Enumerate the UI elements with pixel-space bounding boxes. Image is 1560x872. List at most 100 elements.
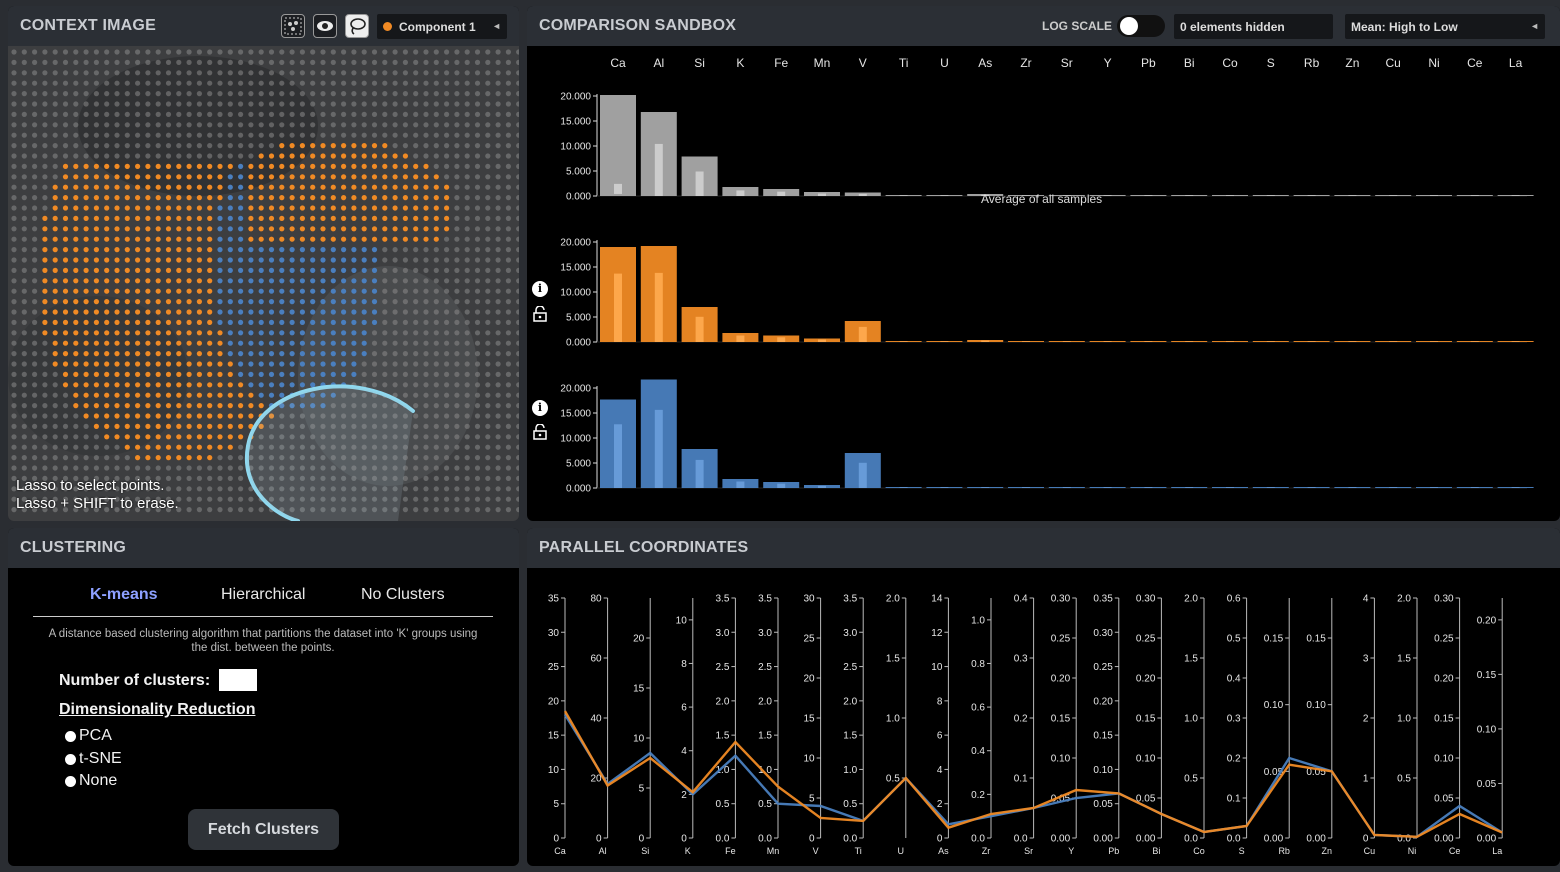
hidden-elements-field[interactable]: 0 elements hidden	[1174, 14, 1333, 39]
context-point	[413, 226, 419, 232]
context-point	[217, 215, 223, 221]
context-point	[474, 49, 481, 55]
radio-tsne[interactable]: t-SNE	[65, 750, 122, 768]
info-icon-orange[interactable]: i	[532, 281, 548, 297]
context-point	[330, 257, 336, 263]
axis-tick-label: 35	[548, 594, 560, 605]
context-point	[32, 226, 38, 232]
context-point	[248, 267, 254, 273]
context-point	[495, 403, 501, 409]
context-point	[145, 434, 151, 440]
context-point	[474, 163, 481, 169]
context-point	[217, 174, 223, 180]
context-point	[299, 267, 305, 273]
context-point	[454, 70, 460, 76]
context-point	[207, 288, 213, 294]
context-point	[464, 382, 470, 388]
context-point	[454, 507, 460, 513]
context-point	[238, 403, 244, 409]
context-point	[485, 340, 491, 346]
info-icon-blue[interactable]: i	[532, 400, 548, 416]
context-point	[217, 455, 223, 461]
context-point	[238, 80, 244, 86]
axis-tick-label: 0.0	[758, 834, 772, 845]
num-clusters-input[interactable]	[219, 669, 257, 691]
context-point	[124, 132, 130, 138]
tab-hierarchical[interactable]: Hierarchical	[221, 586, 305, 604]
context-point	[433, 195, 439, 201]
context-image-canvas[interactable]: Lasso to select points. Lasso + SHIFT to…	[8, 46, 519, 521]
context-point	[238, 340, 244, 346]
context-point	[351, 195, 357, 201]
context-point	[196, 288, 202, 294]
visibility-toggle-button[interactable]	[313, 14, 337, 38]
context-point	[186, 475, 192, 481]
context-point	[474, 111, 481, 117]
context-point	[145, 236, 151, 242]
lock-icon-blue[interactable]	[532, 423, 548, 445]
context-point	[176, 382, 182, 388]
context-point	[21, 49, 27, 55]
axis-tick-label: 0.35	[1093, 594, 1113, 605]
context-point	[104, 361, 110, 367]
tab-no-clusters[interactable]: No Clusters	[361, 586, 445, 604]
axis-tick-label: 1.0	[886, 714, 900, 725]
context-point	[423, 330, 429, 336]
context-point	[341, 340, 347, 346]
context-point	[238, 70, 244, 76]
sort-select[interactable]: Mean: High to Low ◄	[1345, 14, 1545, 39]
context-point	[454, 465, 460, 471]
context-point	[83, 465, 89, 471]
fetch-clusters-button[interactable]: Fetch Clusters	[188, 809, 339, 850]
y-tick-label: 15.000	[560, 117, 591, 128]
context-point	[176, 423, 182, 429]
context-points-svg	[8, 46, 519, 521]
context-point	[423, 351, 429, 357]
context-point	[227, 330, 233, 336]
context-point	[444, 49, 450, 55]
bar-inner-U	[940, 341, 949, 342]
context-point	[62, 288, 69, 294]
context-point	[299, 111, 305, 117]
log-scale-toggle[interactable]	[1117, 15, 1165, 37]
context-point	[320, 215, 326, 221]
context-point	[217, 465, 223, 471]
select-points-tool-button[interactable]	[281, 14, 305, 38]
context-point	[52, 215, 58, 221]
context-point	[135, 143, 141, 149]
radio-pca[interactable]: PCA	[65, 727, 112, 745]
context-point	[351, 309, 357, 315]
lasso-tool-button[interactable]	[345, 14, 369, 38]
radio-none[interactable]: None	[65, 772, 117, 790]
context-point	[402, 371, 408, 377]
context-point	[52, 455, 58, 461]
context-point	[227, 351, 233, 357]
context-point	[433, 236, 439, 242]
context-point	[93, 434, 99, 440]
context-point	[485, 319, 491, 325]
context-point	[21, 330, 27, 336]
context-point	[114, 163, 120, 169]
axis-tick-label: 1.5	[843, 731, 857, 742]
context-point	[11, 70, 17, 76]
axis-tick-label: 6	[681, 703, 687, 714]
context-point	[341, 174, 347, 180]
context-point	[217, 288, 223, 294]
component-select[interactable]: Component 1 ◄	[377, 14, 507, 39]
context-point	[485, 278, 491, 284]
context-point	[248, 132, 254, 138]
tab-kmeans[interactable]: K-means	[90, 586, 158, 604]
context-point	[330, 247, 336, 253]
context-point	[505, 413, 511, 419]
context-point	[464, 455, 470, 461]
context-point	[454, 475, 460, 481]
context-point	[299, 215, 305, 221]
context-point	[299, 101, 305, 107]
lock-icon-orange[interactable]	[532, 305, 548, 327]
context-point	[485, 403, 491, 409]
context-point	[155, 361, 161, 367]
context-point	[279, 80, 285, 86]
context-point	[505, 101, 511, 107]
context-point	[124, 392, 130, 398]
context-point	[433, 153, 439, 159]
